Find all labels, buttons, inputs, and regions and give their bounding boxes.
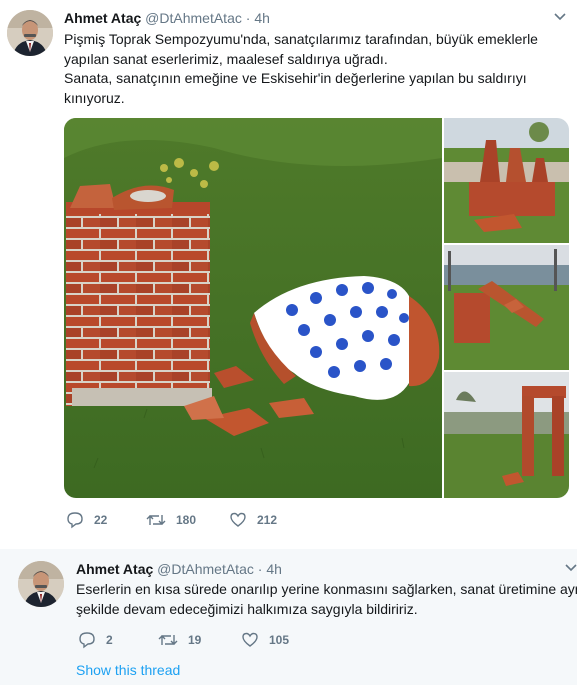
timestamp[interactable]: 4h — [254, 10, 270, 26]
tweet-header: Ahmet Ataç @DtAhmetAtac · 4h — [64, 10, 270, 26]
like-button[interactable]: 105 — [241, 631, 321, 649]
author-handle[interactable]: @DtAhmetAtac — [145, 10, 242, 26]
chevron-down-icon[interactable] — [564, 561, 577, 578]
show-thread-link[interactable]: Show this thread — [76, 662, 180, 678]
separator: · — [257, 561, 263, 577]
author-name[interactable]: Ahmet Ataç — [76, 561, 153, 577]
like-icon — [230, 512, 246, 527]
tweet-text: Pişmiş Toprak Sempozyumu'nda, sanatçılar… — [64, 30, 538, 108]
photo-sculptures[interactable] — [444, 118, 569, 243]
photo-brick-arch[interactable] — [444, 372, 569, 498]
reply-count: 22 — [94, 513, 108, 527]
photo-broken-vase[interactable] — [64, 118, 442, 498]
reply-icon — [79, 632, 95, 649]
author-handle[interactable]: @DtAhmetAtac — [157, 561, 254, 577]
tweet-text-line: kınıyoruz. — [64, 89, 125, 106]
reply-actions: 2 19 105 — [78, 631, 321, 649]
reply-text: Eserlerin en kısa sürede onarılıp yerine… — [76, 580, 577, 619]
reply-header: Ahmet Ataç @DtAhmetAtac · 4h — [76, 561, 282, 577]
retweet-icon — [146, 515, 166, 525]
tweet-actions: 22 180 212 — [66, 511, 309, 529]
tweet-text-line: yapılan sanat eserlerimiz, maalesef sald… — [64, 50, 388, 67]
like-count: 212 — [257, 513, 278, 527]
retweet-count: 180 — [176, 513, 197, 527]
tweet-text-line: Sanata, sanatçının emeğine ve Eskisehir'… — [64, 70, 527, 86]
reply-count: 2 — [106, 633, 113, 647]
retweet-icon — [158, 635, 178, 645]
media-grid — [64, 118, 569, 498]
reply-icon — [67, 512, 83, 529]
photo-fallen-sculpture[interactable] — [444, 245, 569, 370]
retweet-button[interactable]: 19 — [158, 631, 241, 649]
thread-reply: Ahmet Ataç @DtAhmetAtac · 4h Eserlerin e… — [0, 549, 577, 685]
retweet-count: 19 — [188, 633, 202, 647]
retweet-button[interactable]: 180 — [146, 511, 229, 529]
avatar[interactable] — [18, 561, 64, 607]
chevron-down-icon[interactable] — [553, 10, 567, 27]
reply-button[interactable]: 2 — [78, 631, 158, 649]
tweet-text-line: Pişmiş Toprak Sempozyumu'nda, sanatçılar… — [64, 31, 538, 47]
separator: · — [245, 10, 251, 26]
like-count: 105 — [269, 633, 290, 647]
like-icon — [242, 632, 258, 647]
avatar[interactable] — [7, 10, 53, 56]
reply-text-line: Eserlerin en kısa sürede onarılıp yerine… — [76, 581, 577, 597]
reply-text-line: şekilde devam edeceğimizi halkımıza sayg… — [76, 600, 418, 617]
reply-button[interactable]: 22 — [66, 511, 146, 529]
author-name[interactable]: Ahmet Ataç — [64, 10, 141, 26]
like-button[interactable]: 212 — [229, 511, 309, 529]
timestamp[interactable]: 4h — [266, 561, 282, 577]
tweet: Ahmet Ataç @DtAhmetAtac · 4h Pişmiş Topr… — [0, 0, 577, 543]
